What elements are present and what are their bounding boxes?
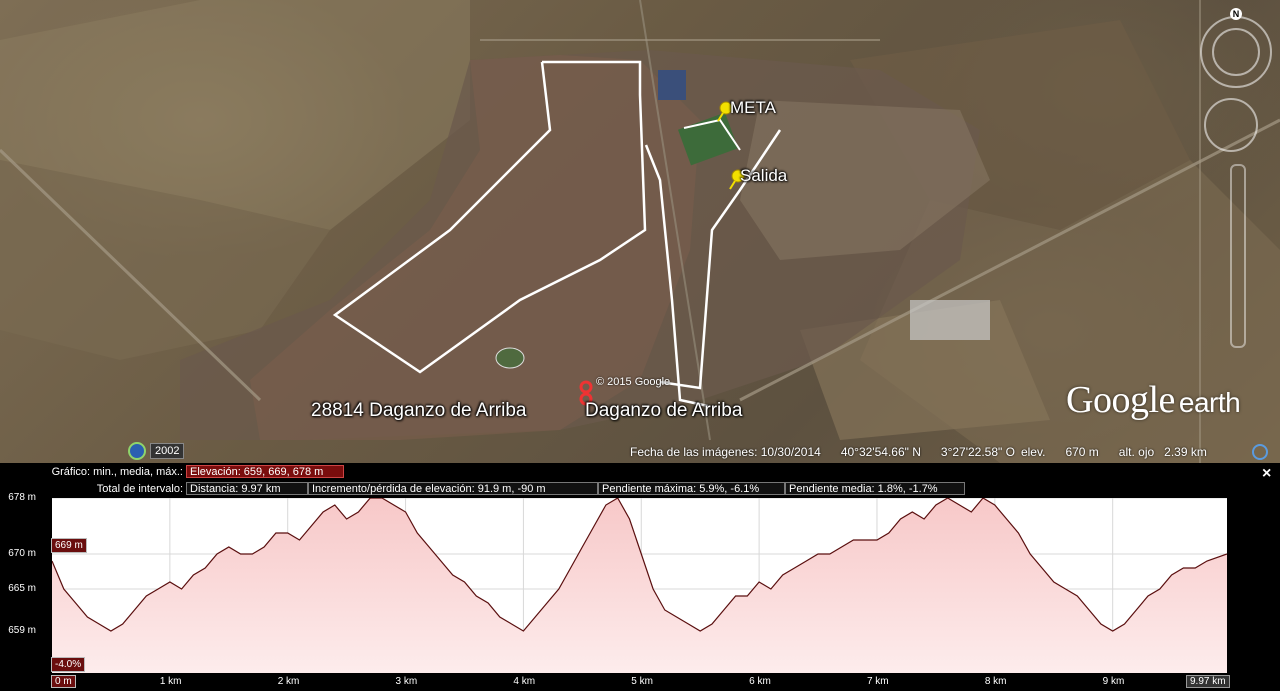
profile-header-row2: Total de intervalo: Distancia: 9.97 km I… bbox=[0, 481, 965, 496]
current-slope-marker: -4.0% bbox=[51, 657, 86, 672]
y-tick-label: 678 m bbox=[8, 492, 36, 503]
north-indicator[interactable]: N bbox=[1230, 8, 1242, 20]
elevation-chart[interactable] bbox=[52, 498, 1227, 673]
google-earth-logo: Google earth bbox=[1066, 378, 1241, 422]
x-tick-label: 8 km bbox=[984, 676, 1007, 687]
elev-value: 670 m bbox=[1065, 445, 1099, 459]
avg-slope: Pendiente media: 1.8%, -1.7% bbox=[785, 482, 965, 495]
elev-label: elev. bbox=[1020, 445, 1046, 459]
town-label: Daganzo de Arriba bbox=[585, 400, 743, 421]
elevation-area bbox=[52, 498, 1227, 673]
copyright-text: © 2015 Google bbox=[596, 376, 671, 388]
elevation-summary: Elevación: 659, 669, 678 m bbox=[186, 465, 344, 478]
status-bar: Fecha de las imágenes: 10/30/2014 40°32'… bbox=[630, 442, 1207, 462]
y-tick-label: 670 m bbox=[8, 548, 36, 559]
x-axis-end: 9.97 km bbox=[1186, 675, 1230, 688]
x-tick-label: 5 km bbox=[631, 676, 653, 687]
profile-header-row1: Gráfico: min., media, máx.: Elevación: 6… bbox=[0, 464, 344, 479]
x-tick-label: 9 km bbox=[1102, 676, 1125, 687]
max-slope: Pendiente máxima: 5.9%, -6.1% bbox=[598, 482, 785, 495]
elevation-profile-panel: Gráfico: min., media, máx.: Elevación: 6… bbox=[0, 463, 1280, 691]
logo-sub: earth bbox=[1178, 387, 1241, 418]
x-tick-label: 1 km bbox=[159, 676, 182, 687]
imagery-date: Fecha de las imágenes: 10/30/2014 bbox=[630, 445, 821, 459]
x-tick-label: 2 km bbox=[277, 676, 300, 687]
distance-value: Distancia: 9.97 km bbox=[186, 482, 308, 495]
atmosphere-icon[interactable] bbox=[1252, 444, 1268, 460]
move-joystick[interactable] bbox=[1204, 98, 1258, 152]
logo-main: Google bbox=[1066, 379, 1175, 421]
historical-imagery-widget[interactable]: 2002 bbox=[128, 442, 185, 460]
elevation-gain-loss: Incremento/pérdida de elevación: 91.9 m,… bbox=[308, 482, 598, 495]
map-view[interactable]: META Salida © 2015 Google 28814 Daganzo … bbox=[0, 0, 1280, 463]
x-tick-label: 6 km bbox=[749, 676, 771, 687]
placemark-finish-label[interactable]: META bbox=[730, 98, 776, 118]
clock-icon[interactable] bbox=[128, 442, 146, 460]
y-tick-label: 659 m bbox=[8, 625, 36, 636]
town-label-postcode: 28814 Daganzo de Arriba bbox=[311, 400, 527, 421]
navigation-controls[interactable]: N bbox=[1196, 6, 1276, 356]
current-elevation-marker: 669 m bbox=[51, 538, 87, 553]
history-year[interactable]: 2002 bbox=[150, 443, 185, 459]
eye-alt-label: alt. ojo bbox=[1118, 445, 1155, 459]
elevation-chart-svg[interactable] bbox=[52, 498, 1227, 673]
look-joystick[interactable] bbox=[1212, 28, 1260, 76]
latitude: 40°32'54.66" N bbox=[840, 445, 921, 459]
y-tick-label: 665 m bbox=[8, 583, 36, 594]
zoom-slider[interactable] bbox=[1230, 164, 1246, 348]
placemark-start-label[interactable]: Salida bbox=[740, 166, 787, 186]
x-tick-label: 7 km bbox=[866, 676, 889, 687]
x-tick-label: 4 km bbox=[513, 676, 536, 687]
close-button[interactable]: × bbox=[1262, 465, 1271, 483]
eye-alt-value: 2.39 km bbox=[1164, 445, 1207, 459]
x-axis-start: 0 m bbox=[51, 675, 76, 688]
x-tick-label: 3 km bbox=[395, 676, 418, 687]
longitude: 3°27'22.58" O bbox=[940, 445, 1015, 459]
chart-range-label: Gráfico: min., media, máx.: bbox=[51, 465, 183, 478]
